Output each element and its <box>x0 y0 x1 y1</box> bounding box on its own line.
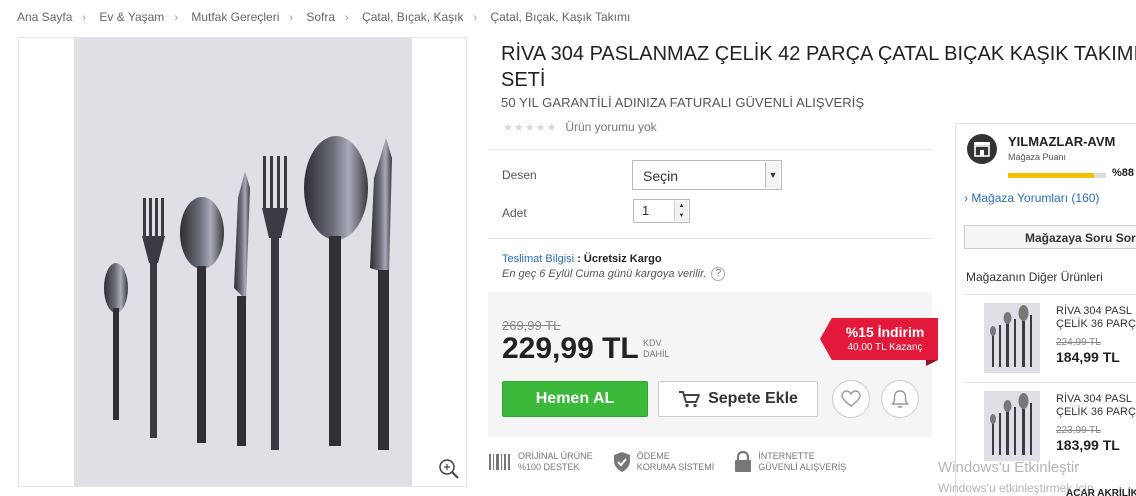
pattern-select-value: Seçin <box>643 168 679 184</box>
seller-product-thumbnail[interactable] <box>984 391 1040 461</box>
badge-secure-line1: İNTERNETTE <box>758 451 815 461</box>
delivery-note: En geç 6 Eylül Cuma günü kargoya verilir… <box>502 267 726 281</box>
product-gallery <box>18 37 467 487</box>
badge-original-line2: %100 DESTEK <box>518 462 580 472</box>
seller-product-name[interactable]: RİVA 304 PASL ÇELİK 36 PARÇ <box>1056 305 1136 331</box>
seller-product-name-line2: ÇELİK 36 PARÇ <box>1056 318 1136 330</box>
quantity-stepper[interactable]: 1 ▲ ▼ <box>633 199 690 223</box>
badge-payment-line2: KORUMA SİSTEMİ <box>636 462 715 472</box>
seller-product-item[interactable]: RİVA 304 PASL ÇELİK 36 PARÇ 223,99 TL 18… <box>964 382 1136 468</box>
seller-product-price: 183,99 TL <box>1056 437 1120 453</box>
chevron-right-icon: › <box>964 191 968 205</box>
quantity-label: Adet <box>502 206 527 220</box>
breadcrumb-cutlery-set[interactable]: Çatal, Bıçak, Kaşık Takımı <box>490 10 630 24</box>
ask-seller-button[interactable]: Mağazaya Soru Sor <box>964 225 1136 249</box>
seller-panel: YILMAZLAR-AVM Mağaza Puanı %88 › Mağaza … <box>955 123 1136 496</box>
seller-score-label: Mağaza Puanı <box>1008 152 1067 162</box>
breadcrumb-home-living[interactable]: Ev & Yaşam <box>99 10 164 24</box>
seller-score-fill <box>1008 173 1095 178</box>
breadcrumb-separator: › <box>473 12 478 24</box>
seller-product-name-line2: ÇELİK 36 PARÇ <box>1056 406 1136 418</box>
seller-name[interactable]: YILMAZLAR-AVM <box>1008 134 1115 149</box>
quantity-value: 1 <box>642 203 650 218</box>
breadcrumb-separator: › <box>345 12 349 24</box>
discount-badge: %15 İndirim 40,00 TL Kazanç <box>820 318 938 360</box>
seller-product-name-line1: RİVA 304 PASL <box>1056 393 1133 405</box>
seller-score-percent: %88 <box>1112 167 1135 179</box>
breadcrumb-cutlery[interactable]: Çatal, Bıçak, Kaşık <box>362 10 463 24</box>
heart-icon <box>841 390 861 407</box>
breadcrumb-kitchen[interactable]: Mutfak Gereçleri <box>191 10 279 24</box>
rating-text: Ürün yorumu yok <box>565 120 657 134</box>
breadcrumb: Ana Sayfa › Ev & Yaşam › Mutfak Gereçleri ›… <box>17 10 630 24</box>
old-price: 269,99 TL <box>502 318 561 333</box>
breadcrumb-table[interactable]: Sofra <box>306 10 335 24</box>
seller-other-products-title: Mağazanın Diğer Ürünleri <box>966 270 1103 284</box>
vat-note: KDV DAHİL <box>643 338 670 360</box>
breadcrumb-separator: › <box>174 12 178 24</box>
badge-original-line1: ORİJİNAL ÜRÜNE <box>518 451 593 461</box>
delivery-label[interactable]: Teslimat Bilgisi <box>502 253 574 265</box>
seller-product-name[interactable]: RİVA 304 PASL ÇELİK 36 PARÇ <box>1056 393 1136 419</box>
product-rating[interactable]: ★★★★★ Ürün yorumu yok <box>503 120 657 134</box>
seller-reviews-label: Mağaza Yorumları (160) <box>971 191 1100 205</box>
product-title: RİVA 304 PASLANMAZ ÇELİK 42 PARÇA ÇATAL … <box>501 43 1136 91</box>
bell-icon <box>891 390 909 408</box>
seller-product-item[interactable]: RİVA 304 PASL ÇELİK 36 PARÇ 224,99 TL 18… <box>964 294 1136 380</box>
badge-secure: İNTERNETTE GÜVENLİ ALIŞVERİŞ <box>734 451 846 473</box>
seller-product-thumbnail[interactable] <box>984 303 1040 373</box>
delivery-info: Teslimat Bilgisi : Ücretsiz Kargo <box>502 253 662 265</box>
badge-secure-line2: GÜVENLİ ALIŞVERİŞ <box>758 462 847 472</box>
product-image[interactable] <box>74 38 412 486</box>
price-alert-button[interactable] <box>881 380 919 418</box>
add-to-cart-button[interactable]: Sepete Ekle <box>658 381 818 417</box>
lock-icon <box>735 451 752 472</box>
pattern-label: Desen <box>502 168 537 182</box>
seller-product-name-line1: RİVA 304 PASL <box>1056 305 1133 317</box>
chevron-down-icon: ▼ <box>765 162 780 188</box>
badge-payment: ÖDEME KORUMA SİSTEMİ <box>613 451 715 473</box>
favorite-button[interactable] <box>832 380 870 418</box>
trust-badges: ORİJİNAL ÜRÜNE %100 DESTEK ÖDEME KORUMA … <box>488 451 866 473</box>
windows-activation-watermark: Windows'u Etkinleştir Windows'u etkinleş… <box>938 457 1094 496</box>
seller-reviews-link[interactable]: › Mağaza Yorumları (160) <box>964 191 1099 205</box>
discount-savings: 40,00 TL Kazanç <box>847 342 923 353</box>
buy-now-button[interactable]: Hemen AL <box>502 381 648 417</box>
vat-note-line1: KDV <box>643 338 662 348</box>
help-icon[interactable]: ? <box>711 267 726 281</box>
vat-note-line2: DAHİL <box>643 349 670 359</box>
pattern-select[interactable]: Seçin ▼ <box>632 160 782 190</box>
seller-product-old-price: 223,99 TL <box>1056 425 1101 436</box>
badge-original: ORİJİNAL ÜRÜNE %100 DESTEK <box>488 451 593 473</box>
seller-score-bar <box>1008 173 1106 178</box>
cart-icon <box>679 391 701 408</box>
cutlery-illustration <box>104 136 392 450</box>
seller-product-old-price: 224,99 TL <box>1056 337 1101 348</box>
breadcrumb-separator: › <box>289 12 294 24</box>
watermark-line1: Windows'u Etkinleştir <box>938 459 1080 476</box>
seller-product-price: 184,99 TL <box>1056 349 1120 365</box>
rating-stars-icon: ★★★★★ <box>503 121 558 134</box>
stepper-arrows-icon[interactable]: ▲ ▼ <box>674 201 688 221</box>
discount-percent: %15 İndirim <box>845 324 925 340</box>
discount-badge-fold <box>926 360 938 366</box>
watermark-line2: Windows'u etkinleştirmek için <box>938 481 1094 495</box>
divider <box>488 149 932 150</box>
breadcrumb-separator: › <box>82 12 87 24</box>
shield-check-icon <box>613 452 630 472</box>
store-icon[interactable] <box>967 134 997 164</box>
breadcrumb-home[interactable]: Ana Sayfa <box>17 10 72 24</box>
product-subtitle: 50 YIL GARANTİLİ ADINIZA FATURALI GÜVENL… <box>501 95 865 110</box>
divider <box>488 238 932 239</box>
current-price: 229,99 TL <box>502 332 639 365</box>
delivery-value: : Ücretsiz Kargo <box>577 253 662 265</box>
delivery-note-text: En geç 6 Eylül Cuma günü kargoya verilir… <box>502 268 707 280</box>
barcode-icon <box>489 454 510 470</box>
add-to-cart-label: Sepete Ekle <box>708 390 798 407</box>
zoom-icon[interactable] <box>438 458 460 480</box>
badge-payment-line1: ÖDEME <box>636 451 670 461</box>
